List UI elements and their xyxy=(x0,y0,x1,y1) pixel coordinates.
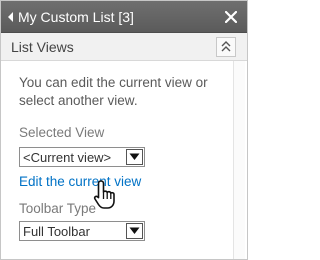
toolbar-type-select[interactable]: Full Toolbar xyxy=(19,221,145,241)
selected-view-value: <Current view> xyxy=(23,150,112,165)
tool-pane-title-bar: My Custom List [3] xyxy=(1,1,247,33)
close-button[interactable] xyxy=(222,8,240,26)
section-title: List Views xyxy=(11,39,74,55)
toolbar-type-label: Toolbar Type xyxy=(19,201,97,216)
toolbar-type-value: Full Toolbar xyxy=(23,224,90,239)
tool-pane-title: My Custom List [3] xyxy=(18,9,134,25)
caret-left-icon[interactable] xyxy=(8,12,13,22)
close-icon xyxy=(225,11,237,23)
section-header[interactable]: List Views xyxy=(1,33,247,61)
chevron-down-icon[interactable] xyxy=(126,223,143,239)
section-description: You can edit the current view or select … xyxy=(19,75,208,108)
selected-view-label: Selected View xyxy=(19,125,105,140)
edit-current-view-link[interactable]: Edit the current view xyxy=(19,174,141,189)
collapse-section-button[interactable] xyxy=(216,37,236,57)
scrollbar[interactable] xyxy=(233,61,245,259)
collapse-up-icon xyxy=(221,41,231,52)
selected-view-select[interactable]: <Current view> xyxy=(19,147,145,167)
tool-pane: My Custom List [3] List Views You can ed… xyxy=(0,0,248,260)
chevron-down-icon[interactable] xyxy=(126,149,143,165)
